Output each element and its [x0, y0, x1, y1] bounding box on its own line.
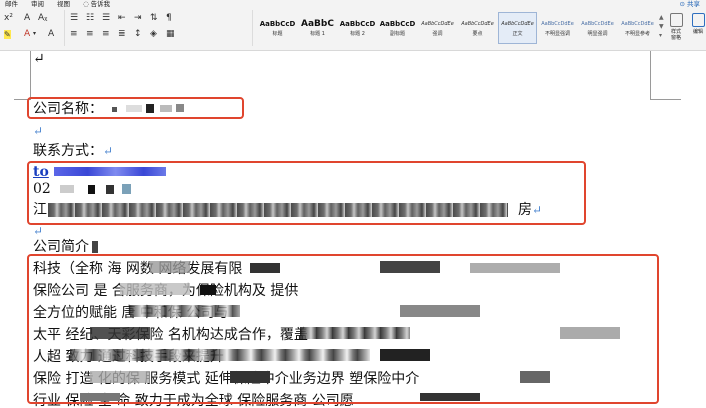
- crop-mark: [14, 51, 31, 100]
- style-emphasis[interactable]: AaBbCcDdEe 强调: [418, 12, 457, 44]
- style-subtle-emphasis[interactable]: AaBbCcDdEe 不明显强调: [538, 12, 577, 44]
- highlighter-icon[interactable]: ✎: [4, 30, 11, 39]
- ribbon: 邮件 审阅 视图 ◌ 告诉我 ⊙ 共享 x² A Aᵪ ✎ A ▾ A ☰ ☷ ☰…: [0, 0, 706, 51]
- divider: [64, 10, 65, 46]
- style-heading-2[interactable]: AaBbCcD 标题 2: [338, 12, 377, 44]
- line-spacing-icon[interactable]: ↕: [134, 29, 142, 39]
- style-intense-emphasis[interactable]: AaBbCcDdEe 明显强调: [578, 12, 617, 44]
- borders-icon[interactable]: ▦: [166, 29, 175, 39]
- menu-item-view[interactable]: 视图: [57, 0, 70, 9]
- align-center-icon[interactable]: ≡: [86, 29, 94, 39]
- highlight-box-contact: [27, 161, 586, 225]
- menu-item-review[interactable]: 审阅: [31, 0, 44, 9]
- intro-label: 公司简介: [33, 239, 89, 255]
- align-left-icon[interactable]: ≡: [70, 29, 78, 39]
- style-normal[interactable]: AaBbCcDdEe 正文: [498, 12, 537, 44]
- menu-item-tell-me[interactable]: ◌ 告诉我: [83, 0, 110, 9]
- redaction: [92, 241, 98, 253]
- style-title[interactable]: AaBbCcD 标题: [258, 12, 297, 44]
- pilcrow-icon[interactable]: ¶: [166, 13, 172, 23]
- styles-gallery: AaBbCcD 标题 AaBbC 标题 1 AaBbCcD 标题 2 AaBbCcD 副…: [258, 12, 662, 44]
- contact-label: 联系方式：: [33, 143, 103, 159]
- gallery-scroll[interactable]: ▲ ▼ ▾: [659, 13, 664, 40]
- paragraph-mark: ↵: [33, 51, 45, 67]
- editor-button[interactable]: 编辑: [688, 13, 706, 35]
- person-icon: ⊙: [679, 0, 687, 8]
- bullets-icon[interactable]: ☰: [70, 13, 78, 23]
- shading-icon[interactable]: ◈: [150, 29, 157, 39]
- text-effects-icon[interactable]: A: [24, 13, 30, 23]
- style-heading-1[interactable]: AaBbC 标题 1: [298, 12, 337, 44]
- style-subtle-reference[interactable]: AaBbCcDdEe 不明显参考: [618, 12, 657, 44]
- indent-decrease-icon[interactable]: ⇤: [118, 13, 126, 23]
- styles-pane-icon: [669, 13, 683, 27]
- highlight-box-company: [27, 97, 244, 119]
- paragraph-mark: ↵: [33, 224, 44, 238]
- numbering-icon[interactable]: ☷: [86, 13, 94, 23]
- chevron-down-icon[interactable]: ▾: [33, 30, 36, 37]
- superscript-icon[interactable]: x²: [4, 13, 13, 23]
- contact-line[interactable]: 联系方式：↵: [33, 143, 113, 159]
- styles-pane-button[interactable]: 样式 窗格: [666, 13, 686, 41]
- lightbulb-icon: ◌: [83, 0, 89, 8]
- char-shading-icon[interactable]: A: [48, 29, 54, 39]
- crop-mark: [650, 51, 681, 100]
- multilevel-list-icon[interactable]: ☰: [102, 13, 110, 23]
- style-subtitle[interactable]: AaBbCcD 副标题: [378, 12, 417, 44]
- indent-increase-icon[interactable]: ⇥: [134, 13, 142, 23]
- editor-icon: [691, 13, 705, 27]
- align-right-icon[interactable]: ≡: [102, 29, 110, 39]
- font-color-icon[interactable]: A: [24, 29, 30, 39]
- paragraph-mark: ↵: [103, 144, 114, 158]
- menu-item-mail[interactable]: 邮件: [5, 0, 18, 9]
- share-button[interactable]: ⊙ 共享: [679, 0, 700, 9]
- menu-bar: 邮件 审阅 视图 ◌ 告诉我: [0, 0, 118, 9]
- document-page: ↵ 公司名称： ↵ 联系方式：↵ to 02 江 房↵ ↵ 公司简介 科技（全称…: [0, 51, 706, 408]
- clear-format-icon[interactable]: Aᵪ: [38, 13, 47, 23]
- divider: [252, 10, 253, 46]
- justify-icon[interactable]: ≣: [118, 29, 126, 39]
- highlight-box-intro: [27, 254, 659, 404]
- sort-icon[interactable]: ⇅: [150, 13, 158, 23]
- paragraph-mark: ↵: [33, 124, 44, 138]
- style-strong[interactable]: AaBbCcDdEe 要点: [458, 12, 497, 44]
